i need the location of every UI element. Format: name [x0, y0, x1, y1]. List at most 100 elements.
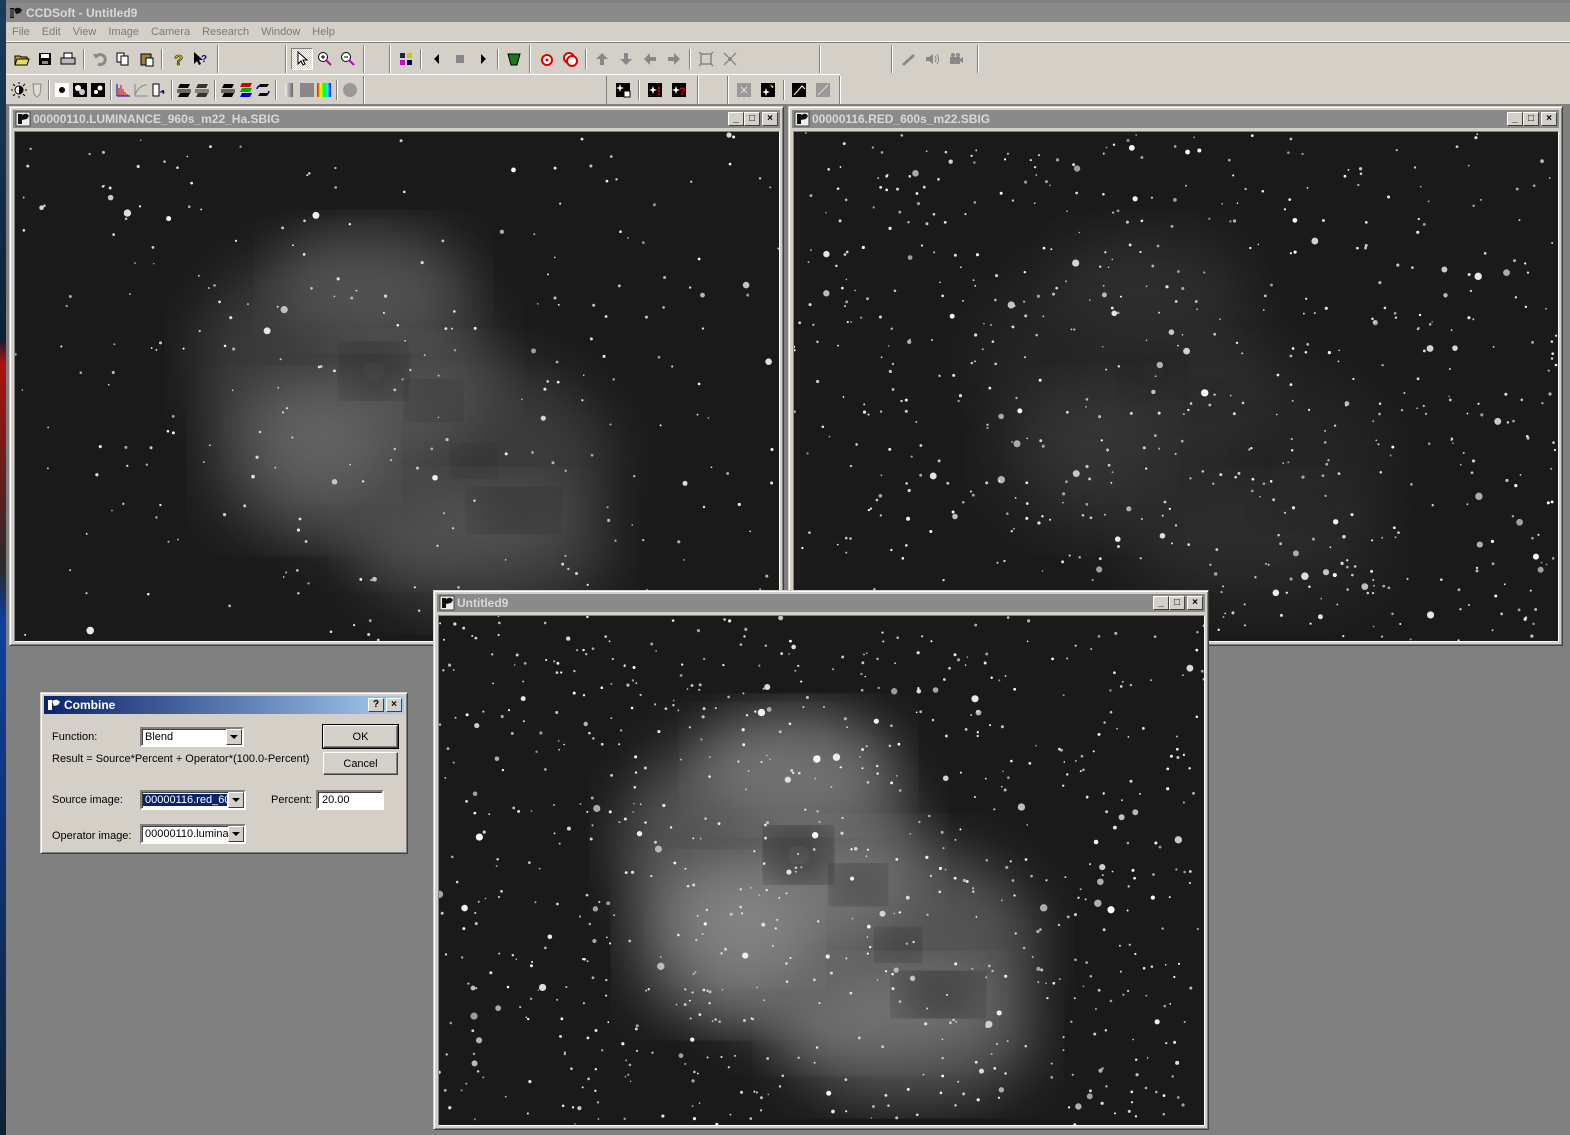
gray-square-icon[interactable] — [298, 79, 315, 101]
star-pin-icon[interactable] — [756, 79, 779, 101]
star — [1100, 1101, 1104, 1105]
star — [277, 386, 280, 389]
expand-icon[interactable] — [695, 48, 718, 70]
telescope-icon[interactable] — [897, 48, 920, 70]
star-link-icon[interactable] — [788, 79, 811, 101]
histogram-icon[interactable] — [115, 79, 132, 101]
open-icon[interactable] — [11, 48, 33, 70]
camera-icon[interactable] — [945, 48, 968, 70]
zoom-in-icon[interactable] — [314, 48, 336, 70]
source-image-select[interactable]: 00000116.red_60 — [140, 790, 246, 810]
maximize-button[interactable]: □ — [1169, 596, 1185, 610]
arrow-down-icon[interactable] — [615, 48, 638, 70]
mask-icon[interactable] — [28, 79, 45, 101]
minimize-button[interactable]: _ — [1507, 112, 1523, 126]
operator-image-select[interactable]: 00000110.luminar — [140, 824, 246, 844]
window-titlebar[interactable]: 00000110.LUMINANCE_960s_m22_Ha.SBIG _ □ … — [13, 110, 780, 128]
transfer-icon[interactable] — [150, 79, 167, 101]
stop-icon[interactable] — [449, 48, 471, 70]
star — [949, 313, 955, 319]
result-image[interactable] — [438, 615, 1205, 1126]
star-table-icon[interactable] — [612, 79, 635, 101]
maximize-button[interactable]: □ — [744, 112, 760, 126]
star — [953, 253, 957, 257]
gradient-icon[interactable] — [281, 79, 298, 101]
help-button[interactable]: ? — [368, 698, 384, 712]
undo-icon[interactable] — [89, 48, 111, 70]
cancel-button[interactable]: Cancel — [323, 752, 398, 775]
select-pointer-icon[interactable] — [290, 48, 313, 70]
ok-button[interactable]: OK — [322, 724, 399, 749]
minimize-button[interactable]: _ — [728, 112, 744, 126]
percent-input[interactable]: 20.00 — [316, 790, 384, 810]
layers-add-icon[interactable] — [176, 79, 193, 101]
tile-icon[interactable] — [395, 48, 417, 70]
copy-icon[interactable] — [112, 48, 134, 70]
menu-view[interactable]: View — [67, 26, 103, 38]
menu-image[interactable]: Image — [102, 26, 145, 38]
close-button[interactable]: × — [386, 698, 402, 712]
save-icon[interactable] — [34, 48, 56, 70]
window-result[interactable]: Untitled9 _ □ × — [433, 590, 1209, 1130]
target-icon[interactable] — [535, 48, 558, 70]
layers-rgb-icon[interactable] — [237, 79, 254, 101]
luminance-image[interactable] — [14, 131, 780, 642]
window-titlebar[interactable]: Untitled9 _ □ × — [437, 594, 1205, 612]
layers-stack-icon[interactable] — [220, 79, 237, 101]
circle-icon[interactable] — [342, 79, 359, 101]
minimize-button[interactable]: _ — [1153, 596, 1169, 610]
menu-file[interactable]: File — [6, 26, 36, 38]
star-pair-icon[interactable] — [89, 79, 106, 101]
star — [691, 1079, 695, 1083]
help-icon[interactable]: ? — [167, 48, 189, 70]
star-remove-icon[interactable] — [733, 79, 756, 101]
star — [1015, 396, 1018, 400]
chevron-down-icon[interactable] — [226, 729, 242, 745]
speaker-icon[interactable] — [921, 48, 944, 70]
close-button[interactable]: × — [1187, 596, 1203, 610]
star-small-icon[interactable] — [54, 79, 71, 101]
paste-icon[interactable] — [135, 48, 157, 70]
filter-icon[interactable] — [503, 48, 525, 70]
targets-icon[interactable] — [559, 48, 582, 70]
next-icon[interactable] — [472, 48, 494, 70]
menu-research[interactable]: Research — [196, 26, 255, 38]
star-query-icon[interactable]: ? — [668, 79, 691, 101]
previous-icon[interactable] — [426, 48, 448, 70]
layers-rotate-icon[interactable] — [255, 79, 272, 101]
menu-camera[interactable]: Camera — [145, 26, 196, 38]
layers-sub-icon[interactable] — [194, 79, 211, 101]
star — [1075, 191, 1079, 195]
star-large-icon[interactable] — [72, 79, 89, 101]
function-select[interactable]: Blend — [140, 727, 244, 747]
context-help-icon[interactable]: ? — [190, 48, 212, 70]
window-luminance[interactable]: 00000110.LUMINANCE_960s_m22_Ha.SBIG _ □ … — [9, 106, 784, 646]
print-icon[interactable] — [57, 48, 79, 70]
star — [126, 464, 129, 467]
curve-icon[interactable] — [133, 79, 150, 101]
star-line-icon[interactable] — [812, 79, 835, 101]
arrow-left-icon[interactable] — [639, 48, 662, 70]
window-red[interactable]: 00000116.RED_600s_m22.SBIG _ □ × — [788, 106, 1563, 646]
star — [1168, 329, 1175, 336]
star — [651, 1051, 654, 1054]
spectrum-icon[interactable] — [316, 79, 333, 101]
star — [729, 1113, 732, 1116]
window-titlebar[interactable]: 00000116.RED_600s_m22.SBIG _ □ × — [792, 110, 1559, 128]
red-image[interactable] — [793, 131, 1559, 642]
maximize-button[interactable]: □ — [1523, 112, 1539, 126]
chevron-down-icon[interactable] — [228, 826, 244, 842]
dialog-titlebar[interactable]: Combine ? × — [44, 696, 404, 714]
menu-window[interactable]: Window — [255, 26, 306, 38]
star-alert-icon[interactable]: ! — [644, 79, 667, 101]
arrow-up-icon[interactable] — [591, 48, 614, 70]
menu-help[interactable]: Help — [306, 26, 341, 38]
chevron-down-icon[interactable] — [228, 792, 244, 808]
arrow-right-icon[interactable] — [663, 48, 686, 70]
close-button[interactable]: × — [762, 112, 778, 126]
menu-edit[interactable]: Edit — [36, 26, 67, 38]
brightness-icon[interactable] — [10, 79, 28, 101]
close-button[interactable]: × — [1541, 112, 1557, 126]
zoom-out-icon[interactable] — [337, 48, 359, 70]
contract-icon[interactable] — [719, 48, 742, 70]
